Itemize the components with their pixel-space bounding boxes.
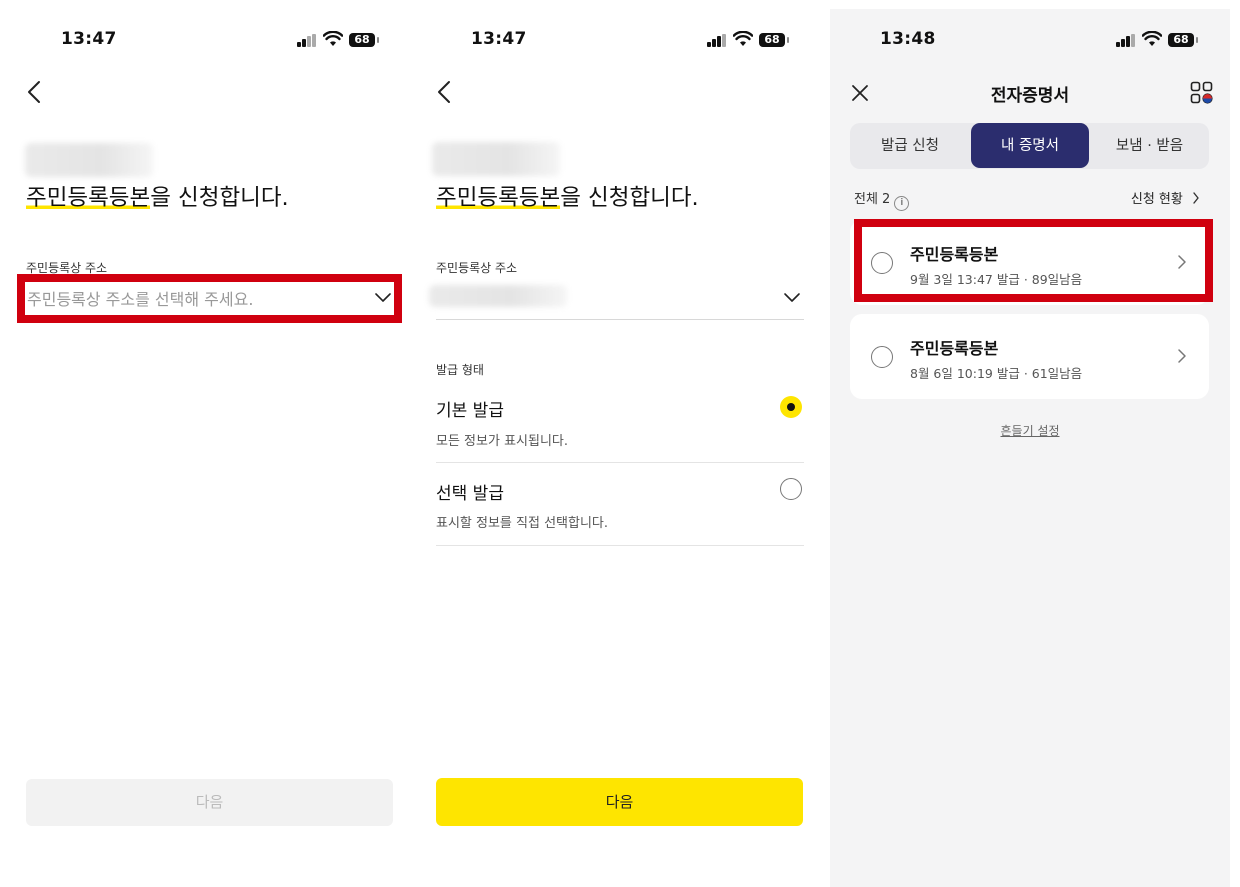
page-title-highlight: 주민등록등본 [26, 185, 151, 211]
status-bar: 13:48 68 [830, 9, 1230, 70]
blurred-name [25, 143, 153, 177]
battery-icon: 68 [1168, 33, 1198, 47]
battery-icon: 68 [349, 33, 379, 47]
page-title: 주민등록등본을 신청합니다. [26, 180, 289, 212]
option-basic-desc: 모든 정보가 표시됩니다. [436, 434, 568, 449]
screen-address-select: 13:47 68 주민등록등본을 신청합니다. 주민등록상 주소 주민등록상 주… [0, 0, 410, 887]
certificate-title: 주민등록등본 [910, 339, 999, 358]
highlight-box [17, 274, 402, 323]
status-time: 13:48 [880, 29, 936, 49]
certificate-card[interactable]: 주민등록등본 8월 6일 10:19 발급 · 61일남음 [850, 314, 1209, 399]
back-arrow-icon[interactable] [434, 80, 458, 104]
signal-icon [297, 34, 317, 47]
total-count-text: 전체 2 [854, 192, 891, 207]
next-button[interactable]: 다음 [436, 778, 803, 826]
certificate-radio[interactable] [871, 346, 893, 368]
radio-basic-selected[interactable] [780, 396, 802, 418]
info-icon[interactable]: i [894, 196, 910, 211]
signal-icon [707, 34, 727, 47]
page-title-highlight: 주민등록등본 [436, 185, 561, 211]
total-count: 전체 2i [854, 188, 910, 211]
chevron-down-icon[interactable] [783, 291, 801, 303]
option-select-title[interactable]: 선택 발급 [436, 479, 504, 504]
highlight-box [854, 219, 1213, 302]
divider [436, 319, 804, 320]
tab-issue-request[interactable]: 발급 신청 [850, 123, 970, 169]
certificate-subtitle: 8월 6일 10:19 발급 · 61일남음 [910, 366, 1083, 381]
blurred-address[interactable] [429, 285, 567, 307]
wifi-icon [1142, 31, 1162, 46]
status-bar: 13:47 68 [415, 0, 825, 70]
option-select-desc: 표시할 정보를 직접 선택합니다. [436, 516, 609, 531]
option-basic-title[interactable]: 기본 발급 [436, 396, 504, 421]
signal-icon [1116, 34, 1136, 47]
shake-setting-link[interactable]: 흔들기 설정 [830, 422, 1230, 439]
page-title: 전자증명서 [990, 86, 1070, 106]
wifi-icon [733, 31, 753, 46]
blurred-name [432, 142, 560, 176]
radio-select[interactable] [780, 478, 802, 500]
divider [436, 462, 804, 463]
tab-my-certificates[interactable]: 내 증명서 [971, 123, 1089, 168]
page-title-rest: 을 신청합니다. [150, 185, 289, 211]
battery-icon: 68 [759, 33, 789, 47]
chevron-right-icon [1178, 349, 1186, 363]
address-label: 주민등록상 주소 [436, 261, 518, 275]
status-time: 13:47 [61, 29, 117, 49]
page-title-rest: 을 신청합니다. [560, 185, 699, 211]
chevron-right-icon [1193, 192, 1199, 204]
request-status-link[interactable]: 신청 현황 [1131, 188, 1200, 207]
divider [436, 545, 804, 546]
issue-type-label: 발급 형태 [436, 363, 484, 377]
wifi-icon [323, 31, 343, 46]
status-time: 13:47 [471, 29, 527, 49]
page-title: 주민등록등본을 신청합니다. [436, 180, 699, 212]
tab-send-receive[interactable]: 보냄 · 받음 [1090, 123, 1209, 169]
request-status-label: 신청 현황 [1130, 192, 1183, 207]
next-button-disabled[interactable]: 다음 [26, 779, 393, 826]
status-bar: 13:47 68 [0, 0, 410, 70]
screen-my-certificates: 13:48 68 전자증명서 발급 신청 내 증명서 보냄 · 받음 전체 2i… [830, 9, 1230, 887]
tab-bar: 발급 신청 내 증명서 보냄 · 받음 [850, 123, 1209, 169]
apps-grid-icon[interactable] [1190, 81, 1214, 105]
back-arrow-icon[interactable] [24, 80, 48, 104]
screen-issue-type: 13:47 68 주민등록등본을 신청합니다. 주민등록상 주소 발급 형태 기… [415, 0, 825, 887]
